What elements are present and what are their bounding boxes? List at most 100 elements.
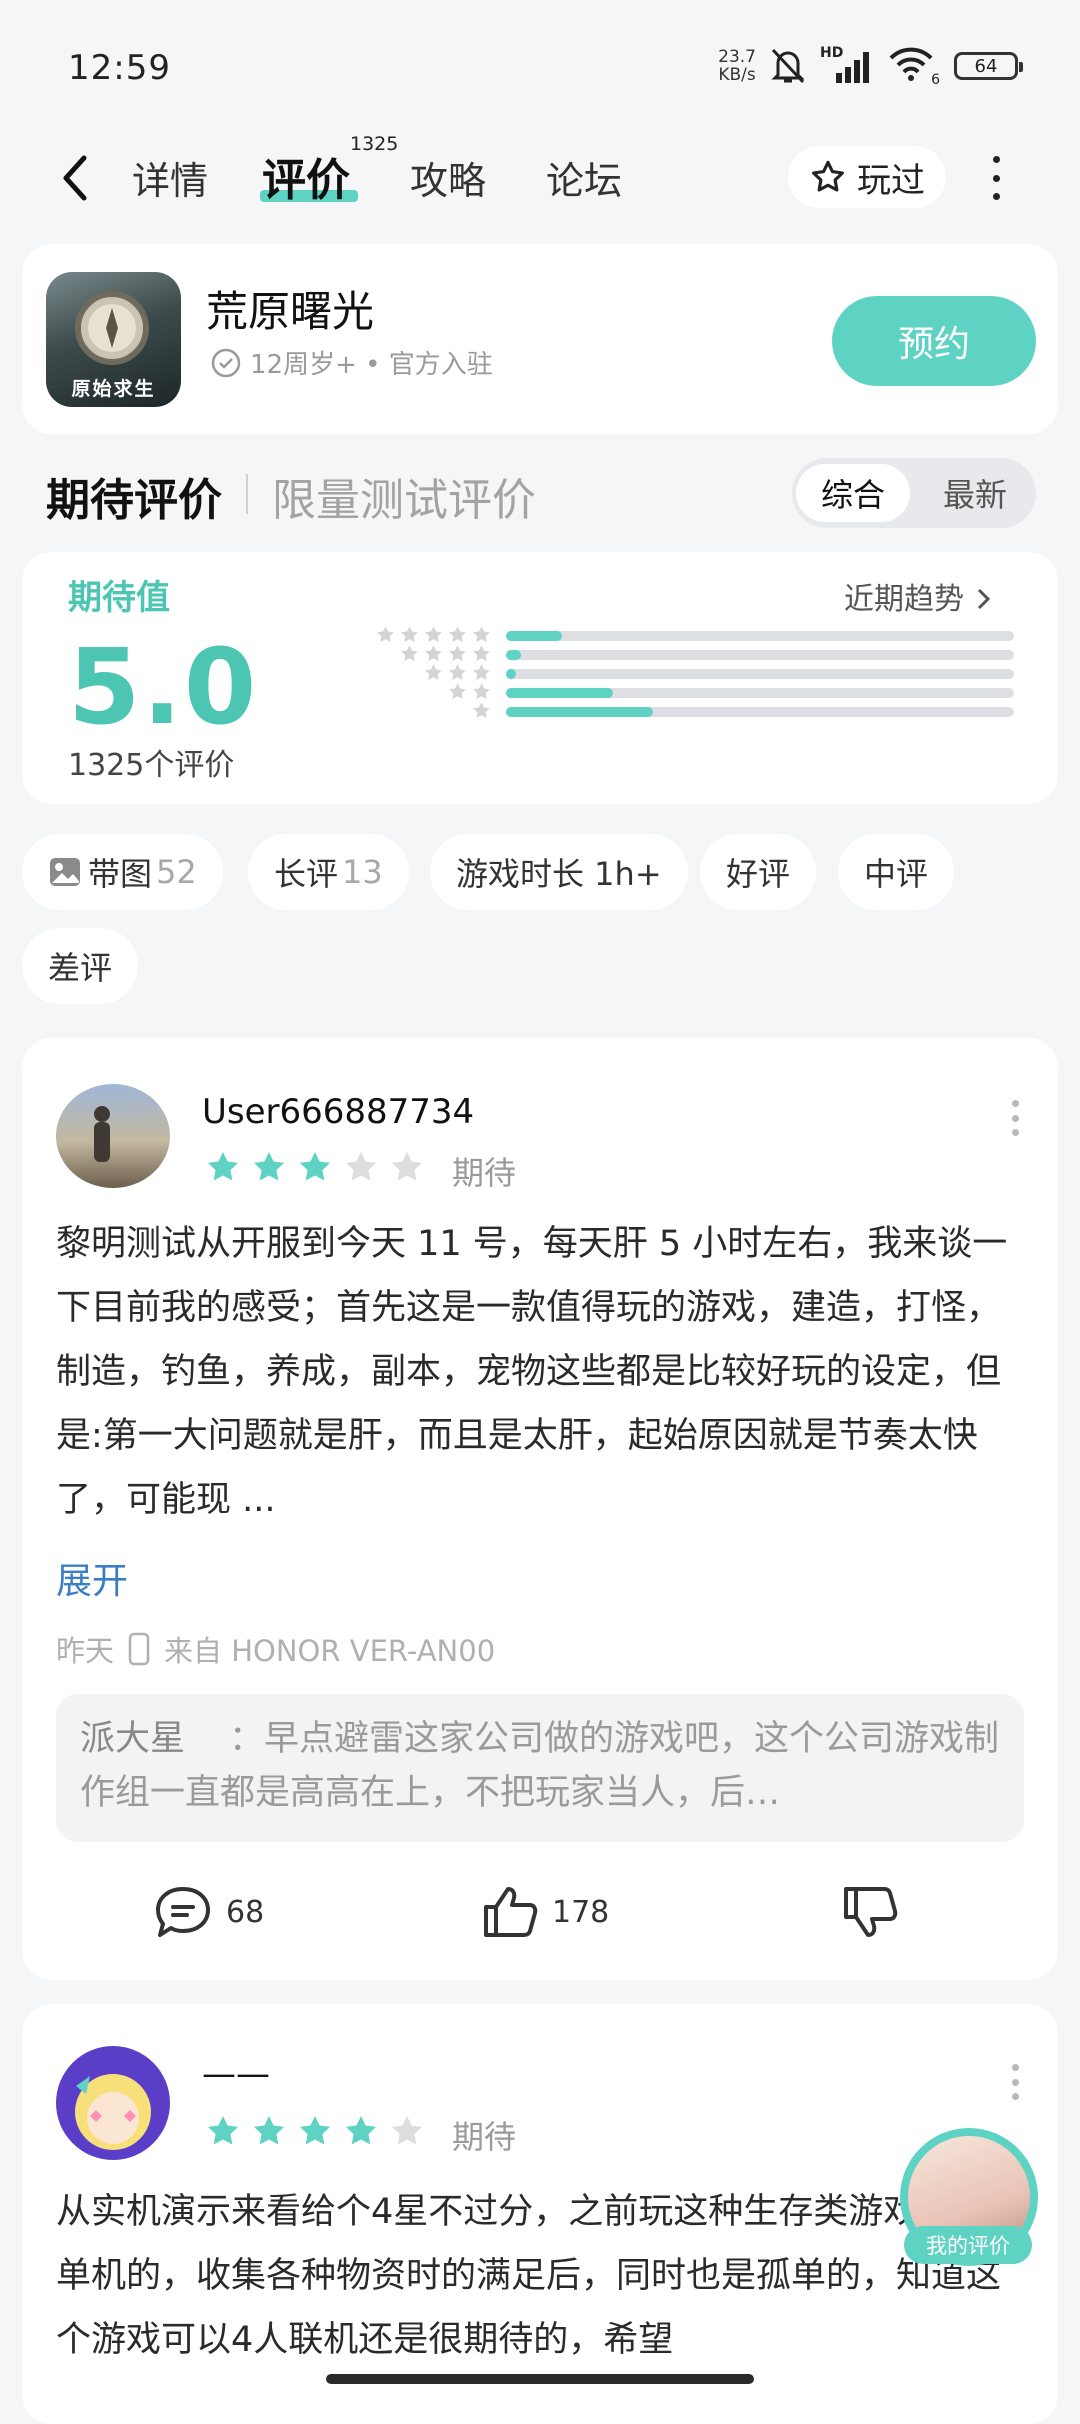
tab-details[interactable]: 详情: [132, 150, 208, 205]
filter-chip-neutral[interactable]: 中评: [838, 834, 955, 910]
review-username[interactable]: User666887734: [202, 1092, 474, 1132]
reviews-count-badge: 1325: [350, 133, 399, 155]
more-dot-icon: [992, 156, 1000, 163]
star-gray-icon: [425, 645, 442, 661]
review-time: 昨天: [56, 1634, 115, 1668]
thumbs-up-icon: [484, 1887, 538, 1937]
battery-icon: 64: [954, 52, 1023, 80]
more-dot-icon: [992, 193, 1000, 200]
like-count: 178: [552, 1894, 610, 1930]
expectation-label: 期待值: [68, 578, 170, 618]
sort-option-comprehensive[interactable]: 综合: [796, 464, 910, 522]
star-filled-icon: [207, 2115, 239, 2145]
tab-guides[interactable]: 攻略: [410, 150, 486, 205]
expectation-score: 5.0: [68, 626, 259, 748]
reply-preview-text: 派大星 ：早点避雷这家公司做的游戏吧，这个公司游戏制作组一直都是高高在上，不把玩家…: [80, 1712, 1000, 1820]
filter-chip-label: 好评: [726, 855, 791, 893]
star-gray-icon: [449, 626, 466, 642]
rating-bar-row: [356, 700, 1016, 722]
reply-content: ：早点避雷这家公司做的游戏吧，这个公司游戏制作组一直都是高高在上，不把玩家当人，…: [80, 1719, 1000, 1813]
more-menu-button[interactable]: [986, 156, 1006, 200]
rating-bar-fill: [506, 707, 654, 717]
more-dot-icon: [992, 174, 1000, 182]
rating-bar-track: [506, 688, 1014, 698]
filter-chip-long[interactable]: 长评 13: [248, 834, 409, 910]
status-icons: 23.7 KB/s HD 6 64: [718, 44, 1023, 88]
game-icon[interactable]: 原始求生: [46, 272, 181, 407]
filter-chip-label: 带图: [88, 855, 153, 893]
recent-trend-link[interactable]: 近期趋势: [844, 574, 994, 618]
section-title[interactable]: 期待评价: [46, 464, 222, 528]
avatar-figure-icon: [94, 1106, 110, 1162]
star-empty-icon: [391, 2115, 423, 2145]
star-gray-icon: [473, 702, 490, 718]
played-label: 玩过: [857, 160, 925, 201]
review-text: 从实机演示来看给个4星不过分，之前玩这种生存类游戏都是单机的，收集各种物资时的满…: [56, 2192, 1002, 2360]
played-button[interactable]: 玩过: [788, 146, 946, 208]
comment-icon: [156, 1887, 210, 1937]
rating-bar-stars: [356, 700, 492, 722]
review-more-button[interactable]: [1010, 1100, 1020, 1136]
star-filled-icon: [299, 2115, 331, 2145]
sort-option-latest[interactable]: 最新: [918, 464, 1032, 522]
review-username[interactable]: ——: [202, 2054, 270, 2094]
avatar[interactable]: [56, 2046, 170, 2160]
rating-bar-fill: [506, 688, 613, 698]
dislike-button[interactable]: [840, 1882, 900, 1942]
chevron-left-icon: [63, 155, 87, 201]
star-gray-icon: [425, 664, 442, 680]
rating-bar-fill: [506, 669, 517, 679]
home-indicator[interactable]: [326, 2374, 754, 2384]
star-gray-icon: [473, 664, 490, 680]
filter-chip-count: 13: [342, 853, 383, 891]
kebab-dot-icon: [1011, 2064, 1019, 2071]
phone-icon: [128, 1632, 150, 1666]
filter-chip-count: 52: [156, 853, 197, 891]
bell-muted-icon: [771, 48, 805, 84]
my-review-label: 我的评价: [904, 2226, 1032, 2264]
avatar[interactable]: [56, 1084, 170, 1188]
tab-reviews[interactable]: 评价: [262, 144, 350, 208]
kebab-dot-icon: [1011, 2078, 1019, 2086]
rating-bar-track: [506, 707, 1014, 717]
reserve-button[interactable]: 预约: [832, 296, 1036, 386]
filter-chip-negative[interactable]: 差评: [22, 928, 139, 1004]
star-filled-icon: [253, 2115, 285, 2145]
filter-chip-positive[interactable]: 好评: [700, 834, 817, 910]
back-button[interactable]: [52, 148, 102, 208]
comment-button[interactable]: 68: [152, 1882, 264, 1942]
review-stars: [204, 2112, 426, 2150]
expand-link[interactable]: 展开: [56, 1552, 128, 1604]
game-meta-text: 12周岁+ • 官方入驻: [250, 350, 493, 380]
rating-bar-fill: [506, 650, 522, 660]
review-more-button[interactable]: [1010, 2064, 1020, 2100]
battery-level: 64: [974, 55, 998, 77]
status-time: 12:59: [68, 48, 171, 88]
image-icon: [50, 858, 80, 886]
tab-forum[interactable]: 论坛: [546, 150, 622, 205]
star-gray-icon: [473, 683, 490, 699]
avatar-character-icon: [75, 2074, 151, 2150]
star-filled-icon: [253, 1151, 285, 1181]
filter-chip-label: 中评: [864, 855, 929, 893]
filter-chip-playtime[interactable]: 游戏时长 1h+: [430, 834, 688, 910]
recent-trend-label: 近期趋势: [844, 582, 964, 617]
filter-chip-label: 长评: [274, 855, 339, 893]
game-icon-text: 原始求生: [71, 378, 156, 400]
star-gray-icon: [401, 626, 418, 642]
kebab-dot-icon: [1011, 1129, 1019, 1136]
wifi-badge: 6: [931, 72, 940, 88]
filter-chip-with-images[interactable]: 带图 52: [22, 834, 223, 910]
star-filled-icon: [345, 2115, 377, 2145]
star-filled-icon: [299, 1151, 331, 1181]
review-text: 黎明测试从开服到今天 11 号，每天肝 5 小时左右，我来谈一下目前我的感受；首…: [56, 1224, 1008, 1520]
comment-count: 68: [226, 1894, 265, 1930]
chevron-right-icon: [977, 588, 990, 610]
rating-bar-track: [506, 669, 1014, 679]
kebab-dot-icon: [1011, 1114, 1019, 1122]
section-subtitle[interactable]: 限量测试评价: [272, 464, 536, 528]
verified-check-icon: [211, 348, 241, 377]
filter-chip-label: 游戏时长 1h+: [456, 855, 662, 893]
like-button[interactable]: 178: [480, 1882, 609, 1942]
rating-bar-fill: [506, 631, 562, 641]
